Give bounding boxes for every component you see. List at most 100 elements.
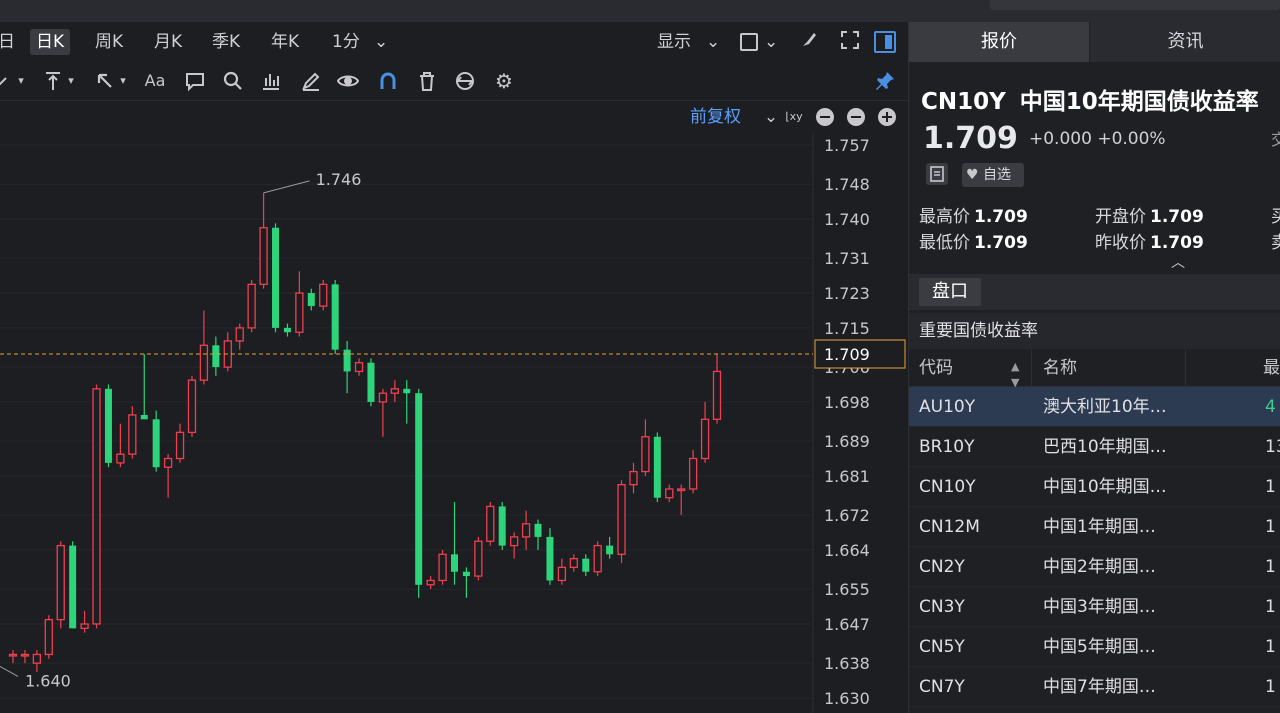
- row-name: 中国5年期国…: [1043, 637, 1156, 657]
- candle-body: [56, 544, 65, 621]
- candle-body: [116, 453, 125, 464]
- row-code: CN2Y: [919, 557, 965, 577]
- candle-body: [175, 431, 185, 460]
- y-tick-label: 1.723: [824, 284, 870, 303]
- col-separator: [1031, 349, 1032, 387]
- col-latest[interactable]: 最: [1263, 349, 1280, 387]
- row-name: 中国2年期国…: [1043, 557, 1156, 577]
- row-value: 4: [1265, 397, 1276, 417]
- candle-body: [462, 571, 470, 577]
- candle-body: [582, 558, 590, 572]
- candle-body: [152, 419, 160, 468]
- candle-body: [331, 284, 339, 350]
- y-tick-label: 1.748: [824, 175, 870, 194]
- candle-body: [415, 393, 423, 585]
- tab-quote[interactable]: 报价: [909, 22, 1089, 62]
- candle-body: [295, 292, 304, 333]
- table-row[interactable]: CN7Y 中国7年期国… 1: [909, 667, 1280, 707]
- col-name[interactable]: 名称: [1043, 349, 1077, 387]
- candle-body: [606, 545, 614, 555]
- y-tick-label: 1.638: [824, 654, 870, 673]
- price-change: +0.000 +0.00%: [1029, 129, 1166, 149]
- y-tick-label: 1.664: [824, 541, 870, 560]
- y-tick-label: 1.731: [824, 249, 870, 268]
- candle-body: [665, 488, 674, 499]
- tab-news[interactable]: 资讯: [1090, 22, 1280, 62]
- candle-body: [688, 457, 698, 490]
- candle-body: [712, 370, 722, 420]
- row-name: 中国7年期国…: [1043, 677, 1156, 697]
- tab-pankou[interactable]: 盘口: [919, 278, 981, 306]
- row-code: CN7Y: [919, 677, 965, 697]
- candle-body: [653, 436, 661, 498]
- stat-ask-cut: 卖: [1271, 228, 1280, 253]
- candle-body: [617, 483, 626, 555]
- candle-body: [80, 623, 89, 629]
- add-favorite-button[interactable]: ♥ 自选: [962, 163, 1024, 187]
- candle-body: [546, 536, 554, 581]
- candle-body: [187, 379, 197, 434]
- col-separator: [1185, 349, 1186, 387]
- candle-body: [700, 418, 710, 460]
- table-row[interactable]: CN3Y 中国3年期国… 1: [909, 587, 1280, 627]
- last-price: 1.709: [923, 121, 1018, 156]
- candle-body: [259, 227, 268, 285]
- pankou-bar: 盘口: [909, 274, 1280, 310]
- candle-body: [319, 283, 328, 307]
- candle-body: [199, 344, 209, 381]
- candle-body: [235, 327, 244, 342]
- stat-high-label: 最高价: [919, 207, 970, 227]
- candle-body: [498, 506, 506, 546]
- current-price-label: 1.709: [824, 345, 870, 364]
- candle-body: [247, 283, 256, 329]
- candle-body: [677, 488, 686, 492]
- candle-body: [534, 523, 542, 537]
- row-name: 巴西10年期国…: [1043, 437, 1167, 457]
- high-annotation-label: 1.746: [316, 170, 362, 189]
- candle-body: [128, 414, 137, 455]
- note-icon[interactable]: [926, 163, 948, 185]
- row-code: AU10Y: [919, 397, 976, 417]
- candle-body: [403, 388, 411, 394]
- table-row[interactable]: CN5Y 中国5年期国… 1: [909, 627, 1280, 667]
- heart-icon: ♥: [966, 167, 979, 183]
- table-row[interactable]: AU10Y 澳大利亚10年… 4: [909, 387, 1280, 427]
- candle-body: [378, 392, 388, 403]
- table-row[interactable]: CN2Y 中国2年期国… 1: [909, 547, 1280, 587]
- candle-body: [438, 553, 447, 582]
- stat-open-value: 1.709: [1150, 207, 1204, 227]
- low-annotation-line: [0, 666, 19, 677]
- change-percent: +0.00%: [1097, 129, 1166, 149]
- candle-body: [8, 653, 18, 657]
- row-name: 中国10年期国…: [1043, 477, 1167, 497]
- candle-body: [283, 327, 291, 333]
- stat-prev-close: 昨收价 1.709: [1095, 228, 1204, 253]
- candle-body: [69, 545, 77, 629]
- row-code: CN10Y: [919, 477, 976, 497]
- search-box[interactable]: [990, 0, 1280, 10]
- y-tick-label: 1.698: [824, 393, 870, 412]
- collapse-chevron-icon[interactable]: ︿: [1171, 252, 1185, 272]
- stat-high: 最高价 1.709: [919, 202, 1028, 227]
- symbol-name: 中国10年期国债收益率: [1019, 89, 1259, 115]
- table-row[interactable]: CN12M 中国1年期国… 1: [909, 507, 1280, 547]
- candle-body: [140, 414, 148, 420]
- change-value: +0.000: [1029, 129, 1092, 149]
- candlestick-chart[interactable]: 1.7571.7481.7401.7311.7231.7151.7061.698…: [0, 0, 908, 713]
- candle-body: [272, 227, 280, 328]
- row-value: 1: [1265, 477, 1276, 497]
- table-row[interactable]: BR10Y 巴西10年期国… 13: [909, 427, 1280, 467]
- candle-body: [557, 566, 567, 582]
- row-value: 1: [1265, 637, 1276, 657]
- candle-body: [92, 388, 101, 625]
- y-tick-label: 1.681: [824, 467, 870, 486]
- candle-body: [44, 618, 53, 656]
- candle-body: [163, 457, 173, 468]
- table-row[interactable]: CN10Y 中国10年期国… 1: [909, 467, 1280, 507]
- row-code: CN12M: [919, 517, 980, 537]
- exchange-label: 交: [1271, 126, 1280, 150]
- col-code[interactable]: 代码: [919, 349, 953, 387]
- row-code: CN3Y: [919, 597, 965, 617]
- candle-body: [629, 470, 638, 486]
- candle-body: [486, 505, 495, 542]
